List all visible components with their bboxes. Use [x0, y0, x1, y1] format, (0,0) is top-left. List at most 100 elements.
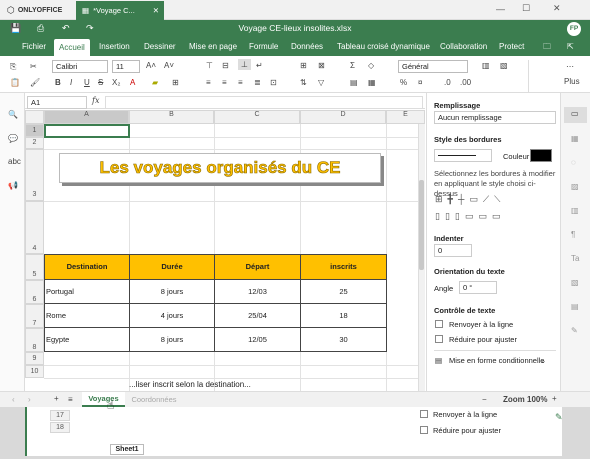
row-header-10[interactable]: 10 — [25, 365, 44, 378]
more-label[interactable]: Plus — [564, 77, 580, 86]
zoom-in-icon[interactable]: + — [552, 394, 557, 403]
border-line-style-select[interactable] — [434, 149, 492, 162]
paragraph-settings-icon[interactable]: ¶ — [571, 230, 575, 239]
align-top-icon[interactable]: ⊤ — [206, 61, 213, 70]
border-buttons-row1[interactable]: ⊞╋┼▭⟋⟍ — [435, 194, 505, 205]
fill-select[interactable]: Aucun remplissage — [434, 111, 556, 124]
copy-icon[interactable]: ⎘ — [10, 62, 16, 72]
cell-reference-box[interactable]: A1 — [27, 96, 87, 109]
add-sheet-icon[interactable]: + — [54, 394, 59, 403]
italic-icon[interactable]: I — [70, 78, 72, 87]
chevron-down-icon[interactable]: ⌄ — [540, 356, 546, 365]
document-tab[interactable]: ▦ *Voyage C... ✕ — [76, 1, 164, 20]
insert-cells-icon[interactable]: ⊞ — [300, 61, 307, 70]
conditional-format-icon[interactable]: ▥ — [482, 61, 490, 70]
align-center-icon[interactable]: ≡ — [222, 78, 227, 87]
close-tab-icon[interactable]: ✕ — [153, 6, 159, 15]
minimize-icon[interactable]: — — [496, 4, 505, 14]
folder-icon[interactable]: 🗀 — [543, 38, 551, 56]
borders-icon[interactable]: ⊞ — [172, 78, 179, 87]
shrink-checkbox[interactable] — [435, 335, 443, 343]
chart-settings-icon[interactable]: ▥ — [571, 206, 579, 215]
slicer-settings-icon[interactable]: ▤ — [571, 302, 579, 311]
format-painter-icon[interactable]: 🖌 — [30, 78, 40, 87]
tab-insertion[interactable]: Insertion — [99, 38, 130, 56]
indent-input[interactable]: 0 — [434, 244, 472, 257]
column-header-e[interactable]: E — [386, 110, 425, 124]
increase-decimal-icon[interactable]: .00 — [460, 78, 471, 87]
app-tab[interactable]: ⬡ ONLYOFFICE — [2, 1, 74, 20]
close-window-icon[interactable]: ✕ — [553, 3, 561, 14]
more-icon[interactable]: ⋯ — [566, 62, 574, 71]
font-name-select[interactable]: Calibri — [52, 60, 108, 73]
formula-input[interactable] — [105, 96, 423, 109]
scroll-right-icon[interactable]: › — [28, 395, 31, 404]
tab-collaboration[interactable]: Collaboration — [440, 38, 487, 56]
active-cell-a1[interactable] — [44, 124, 130, 138]
text-art-icon[interactable]: Ta — [571, 254, 579, 263]
tab-accueil[interactable]: Accueil — [54, 39, 90, 56]
image-settings-icon[interactable]: ▨ — [571, 182, 579, 191]
decrease-font-icon[interactable]: A˅ — [164, 61, 174, 70]
subscript-icon[interactable]: X₂ — [112, 78, 120, 87]
wrap-text-icon[interactable]: ↵ — [256, 61, 263, 70]
tab-mise-en-page[interactable]: Mise en page — [189, 38, 237, 56]
comments-icon[interactable]: 💬 — [8, 134, 18, 143]
bold-icon[interactable]: B — [55, 78, 61, 87]
shape-settings-icon[interactable]: ◌ — [571, 158, 576, 167]
border-color-swatch[interactable] — [530, 149, 552, 162]
paste-icon[interactable]: 📋 — [10, 78, 20, 87]
row-header-3[interactable]: 3 — [25, 149, 44, 201]
column-header-b[interactable]: B — [129, 110, 214, 124]
save-icon[interactable]: 💾 — [10, 23, 21, 34]
row-header-7[interactable]: 7 — [25, 304, 44, 328]
sheet-list-icon[interactable]: ≡ — [68, 395, 73, 404]
sort-icon[interactable]: ⇅ — [300, 78, 307, 87]
signature-settings-icon[interactable]: ✎ — [571, 326, 578, 335]
sum-icon[interactable]: Σ — [350, 61, 355, 70]
row-header-5[interactable]: 5 — [25, 254, 44, 280]
scroll-left-icon[interactable]: ‹ — [12, 395, 15, 404]
font-size-select[interactable]: 11 — [112, 60, 140, 73]
angle-input[interactable]: 0 ° — [459, 281, 497, 294]
strikethrough-icon[interactable]: S — [98, 78, 103, 87]
increase-font-icon[interactable]: A˄ — [146, 61, 156, 70]
tab-dessiner[interactable]: Dessiner — [144, 38, 176, 56]
filter-icon[interactable]: ▽ — [318, 78, 324, 87]
decrease-decimal-icon[interactable]: .0 — [444, 78, 451, 87]
zoom-out-icon[interactable]: − — [482, 395, 487, 404]
feedback-icon[interactable]: 📢 — [8, 181, 18, 190]
user-avatar[interactable]: FP — [567, 22, 581, 36]
named-ranges-icon[interactable]: ▤ — [350, 78, 358, 87]
conditional-format-link[interactable]: Mise en forme conditionnelle — [449, 356, 544, 365]
spellcheck-icon[interactable]: abc — [8, 157, 21, 166]
align-right-icon[interactable]: ≡ — [238, 78, 243, 87]
maximize-icon[interactable]: ☐ — [522, 3, 530, 14]
print-icon[interactable]: ⎙ — [37, 23, 44, 34]
tab-fichier[interactable]: Fichier — [22, 38, 46, 56]
select-all-corner[interactable] — [25, 110, 44, 124]
row-header-1[interactable]: 1 — [25, 124, 44, 137]
column-header-a[interactable]: A — [44, 110, 129, 124]
tab-donnees[interactable]: Données — [291, 38, 323, 56]
pivot-settings-icon[interactable]: ▧ — [571, 278, 579, 287]
row-header-4[interactable]: 4 — [25, 201, 44, 254]
function-icon[interactable]: fx — [92, 96, 99, 105]
currency-icon[interactable]: ¤ — [418, 78, 422, 87]
align-left-icon[interactable]: ≡ — [206, 78, 211, 87]
justify-icon[interactable]: ≣ — [254, 78, 261, 87]
search-icon[interactable]: 🔍 — [8, 110, 18, 119]
sheet-tab-voyages[interactable]: Voyages — [82, 392, 125, 407]
row-header-9[interactable]: 9 — [25, 352, 44, 365]
row-header-2[interactable]: 2 — [25, 137, 44, 149]
spreadsheet-grid[interactable]: A B C D E 1 2 3 4 5 6 7 8 9 10 Les voyag… — [25, 110, 425, 391]
cell-style-icon[interactable]: ▧ — [500, 61, 508, 70]
table-settings-icon[interactable]: ▦ — [571, 134, 579, 143]
row-header-8[interactable]: 8 — [25, 328, 44, 352]
title-text-box[interactable]: Les voyages organisés du CE — [59, 153, 381, 183]
sheet-tab-coordonnees[interactable]: Coordonnées — [130, 392, 178, 407]
tab-formule[interactable]: Formule — [249, 38, 278, 56]
cut-icon[interactable]: ✂ — [30, 62, 37, 71]
collapse-ribbon-icon[interactable]: ⇱ — [567, 38, 574, 56]
format-table-icon[interactable]: ▦ — [368, 78, 376, 87]
